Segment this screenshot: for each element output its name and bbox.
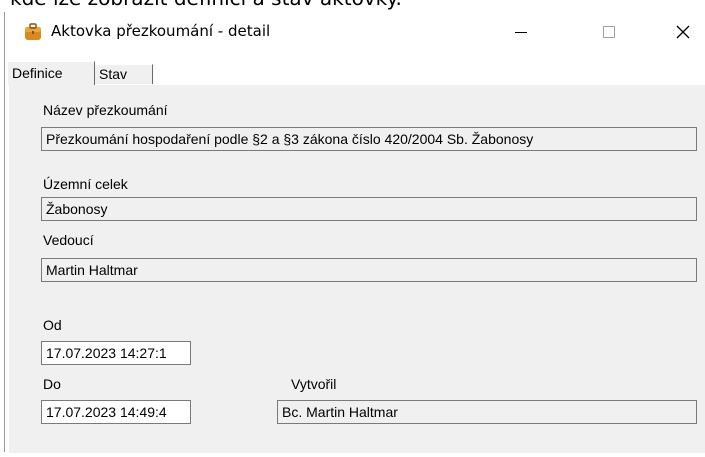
close-icon [676,25,690,39]
maximize-button[interactable] [587,12,631,52]
vedouci-label: Vedoucí [43,232,94,248]
od-label: Od [43,317,62,333]
vedouci-field[interactable]: Martin Haltmar [41,258,697,282]
minimize-icon [515,31,527,33]
minimize-button[interactable] [499,12,543,52]
do-label: Do [43,376,61,392]
tab-definice-label: Definice [12,65,63,81]
dialog-window: Aktovka přezkoumání - detail Definice St… [4,12,705,453]
nazev-label: Název přezkoumání [43,102,168,118]
window-title: Aktovka přezkoumání - detail [51,22,271,40]
od-field[interactable]: 17.07.2023 14:27:1 [41,341,191,365]
nazev-field[interactable]: Přezkoumání hospodaření podle §2 a §3 zá… [41,127,697,151]
vytvoril-field[interactable]: Bc. Martin Haltmar [277,400,697,424]
vytvoril-label: Vytvořil [291,376,337,392]
tab-stav[interactable]: Stav [95,64,153,85]
maximize-icon [603,26,615,38]
title-bar: Aktovka přezkoumání - detail [5,12,705,52]
close-button[interactable] [661,12,705,52]
tab-panel-definice: Název přezkoumání Přezkoumání hospodařen… [9,84,705,453]
cropped-text: kde lze zobrazit definici a stav aktovky… [10,0,402,10]
tab-definice[interactable]: Definice [7,61,95,85]
uzemni-celek-field[interactable]: Žabonosy [41,197,697,221]
do-field[interactable]: 17.07.2023 14:49:4 [41,400,191,424]
uzemni-celek-label: Územní celek [43,176,128,192]
document-text-cropped: kde lze zobrazit definici a stav aktovky… [0,0,705,12]
briefcase-icon [25,23,41,40]
tab-stav-label: Stav [99,66,128,82]
